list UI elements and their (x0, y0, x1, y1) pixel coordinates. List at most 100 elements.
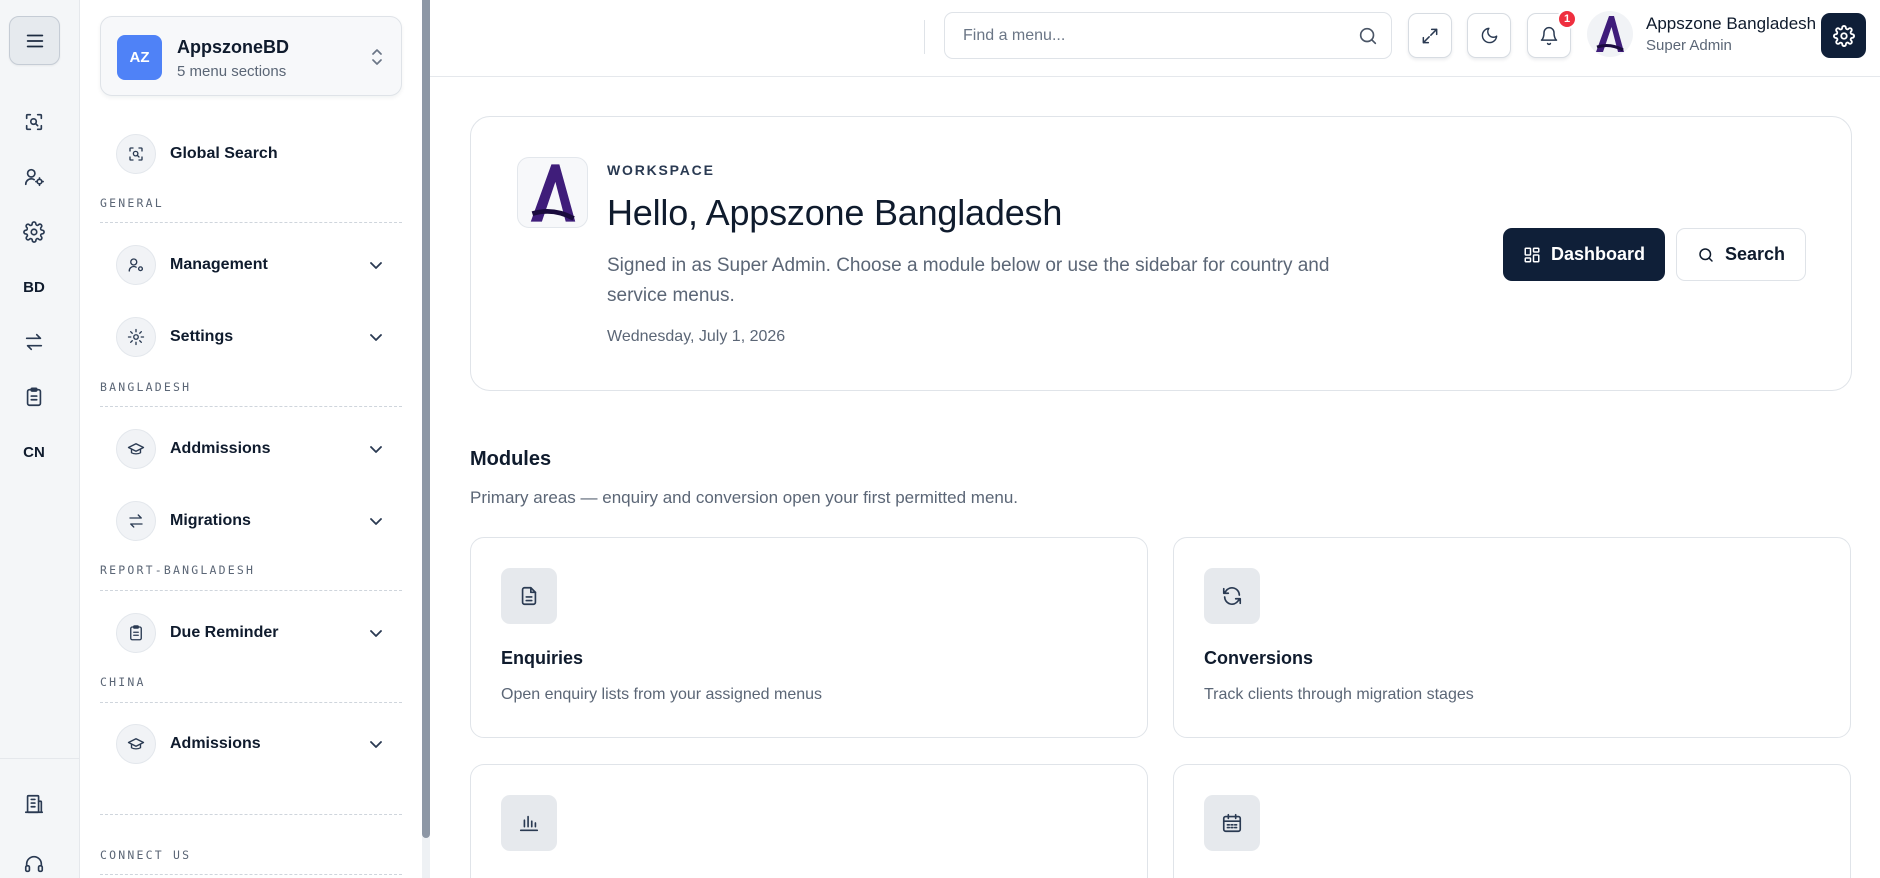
notification-count-badge: 1 (1557, 9, 1577, 29)
rail-divider (0, 758, 80, 759)
rail-management[interactable] (14, 157, 54, 197)
hamburger-icon (26, 34, 43, 47)
module-card-enquiries[interactable]: Enquiries Open enquiry lists from your a… (470, 537, 1148, 738)
refresh-icon (1204, 568, 1260, 624)
modules-heading: Modules (470, 448, 552, 470)
rail-settings[interactable] (14, 212, 54, 252)
user-gear-icon (24, 168, 44, 187)
fullscreen-button[interactable] (1408, 13, 1452, 58)
document-icon (501, 568, 557, 624)
sidebar-item-settings[interactable]: Settings (100, 309, 402, 365)
rail-country-bd[interactable]: BD (14, 267, 54, 307)
module-card-reports[interactable] (470, 764, 1148, 878)
gear-icon (116, 317, 156, 357)
bell-icon (1540, 26, 1558, 45)
search-icon (1699, 247, 1713, 262)
workspace-subtitle: 5 menu sections (177, 63, 287, 80)
search-button[interactable]: Search (1676, 228, 1806, 281)
user-role: Super Admin (1646, 37, 1732, 54)
gear-icon (1832, 24, 1855, 47)
section-divider (100, 814, 402, 815)
sidebar-item-addmissions[interactable]: Addmissions (100, 421, 402, 477)
chevron-down-icon (370, 518, 382, 525)
page-title: Hello, Appszone Bangladesh (607, 192, 1063, 233)
dashboard-grid-icon (1524, 247, 1540, 262)
section-divider (100, 874, 402, 875)
building-icon (24, 794, 44, 814)
section-label-report-bangladesh: REPORT-BANGLADESH (100, 563, 256, 577)
menu-search-box[interactable] (944, 12, 1392, 59)
sidebar-item-label: Settings (170, 328, 234, 345)
rail-country-cn[interactable]: CN (14, 432, 54, 472)
rail-due-reminder[interactable] (14, 377, 54, 417)
user-avatar[interactable] (1587, 11, 1633, 57)
brand-logo (517, 157, 588, 228)
module-card-description: Open enquiry lists from your assigned me… (501, 686, 823, 703)
brand-logo-icon (530, 163, 575, 222)
rail-organization[interactable] (14, 784, 54, 824)
sidebar: AZ AppszoneBD 5 menu sections Global Sea… (80, 0, 422, 878)
search-button-label: Search (1724, 244, 1786, 264)
arrows-exchange-icon (116, 501, 156, 541)
headset-icon (24, 855, 44, 873)
search-icon[interactable] (1357, 25, 1379, 47)
module-card-calendar[interactable] (1173, 764, 1851, 878)
module-card-description: Track clients through migration stages (1204, 686, 1474, 703)
rail-support[interactable] (14, 844, 54, 878)
dashboard-button[interactable]: Dashboard (1503, 228, 1665, 281)
clipboard-icon (116, 613, 156, 653)
gear-icon (23, 221, 45, 243)
sidebar-item-global-search[interactable]: Global Search (100, 126, 402, 182)
graduation-cap-icon (116, 429, 156, 469)
hero-eyebrow: WORKSPACE (607, 162, 715, 178)
rail-migrations[interactable] (14, 322, 54, 362)
modules-subtitle: Primary areas — enquiry and conversion o… (470, 488, 1019, 507)
icon-rail: BD CN (0, 0, 80, 878)
sidebar-item-label: Due Reminder (170, 624, 279, 641)
section-divider (100, 590, 402, 591)
sidebar-item-admissions[interactable]: Admissions (100, 716, 402, 772)
workspace-name: AppszoneBD (177, 37, 289, 57)
bar-chart-icon (501, 795, 557, 851)
sidebar-item-due-reminder[interactable]: Due Reminder (100, 605, 402, 661)
header-divider (924, 20, 925, 54)
sidebar-item-label: Addmissions (170, 440, 271, 457)
hero-subtitle: Signed in as Super Admin. Choose a modul… (607, 255, 1330, 306)
workspace-switcher[interactable]: AZ AppszoneBD 5 menu sections (100, 16, 402, 96)
notifications-button[interactable]: 1 (1527, 9, 1577, 58)
section-label-china: CHINA (100, 675, 146, 689)
sidebar-item-label: Admissions (170, 735, 261, 752)
section-divider (100, 222, 402, 223)
chevron-up-down-icon (369, 47, 385, 67)
dashboard-button-label: Dashboard (1550, 244, 1646, 264)
search-scan-icon (116, 134, 156, 174)
chevron-down-icon (370, 446, 382, 453)
module-card-conversions[interactable]: Conversions Track clients through migrat… (1173, 537, 1851, 738)
search-scan-icon (25, 113, 43, 131)
chevron-down-icon (370, 334, 382, 341)
sidebar-item-migrations[interactable]: Migrations (100, 493, 402, 549)
top-header: 1 Appszone Bangladesh Super Admin (430, 0, 1880, 77)
workspace-avatar: AZ (117, 35, 162, 80)
rail-global-search[interactable] (14, 102, 54, 142)
current-date: Wednesday, July 1, 2026 (607, 328, 786, 345)
user-gear-icon (116, 245, 156, 285)
menu-search-input[interactable] (963, 25, 1343, 47)
module-card-title: Enquiries (501, 648, 584, 668)
user-name[interactable]: Appszone Bangladesh (1646, 14, 1816, 34)
brand-logo-icon (1596, 16, 1624, 52)
theme-toggle-button[interactable] (1467, 13, 1511, 58)
sidebar-item-label: Global Search (170, 145, 278, 162)
section-divider (100, 702, 402, 703)
welcome-hero-card: WORKSPACE Hello, Appszone Bangladesh Sig… (470, 116, 1852, 391)
graduation-cap-icon (116, 724, 156, 764)
section-label-connect-us: CONNECT US (100, 848, 192, 862)
sidebar-item-label: Migrations (170, 512, 251, 529)
sidebar-item-management[interactable]: Management (100, 237, 402, 293)
clipboard-icon (26, 387, 42, 407)
chevron-down-icon (370, 630, 382, 637)
menu-toggle-button[interactable] (9, 16, 60, 65)
sidebar-scrollbar-thumb[interactable] (422, 0, 430, 838)
settings-button[interactable] (1821, 13, 1866, 58)
arrows-exchange-icon (25, 333, 43, 351)
